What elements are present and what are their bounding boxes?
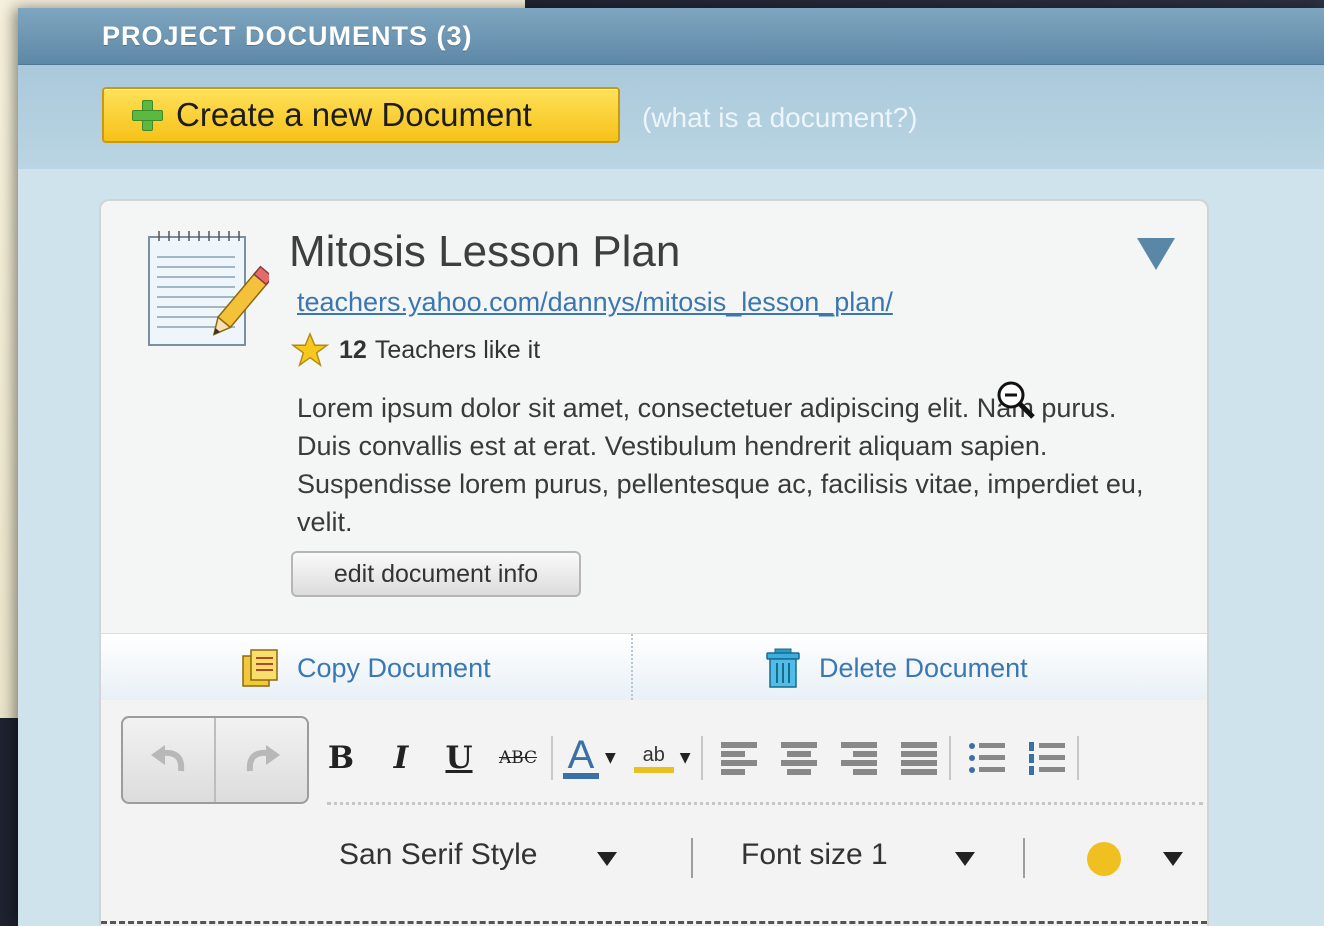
highlight-dropdown-icon[interactable]: ▼ xyxy=(680,750,691,766)
document-actions-bar: Copy Document Delete Document xyxy=(101,633,1207,701)
font-style-select[interactable]: San Serif Style xyxy=(339,838,537,872)
document-url-link[interactable]: teachers.yahoo.com/dannys/mitosis_lesson… xyxy=(297,287,893,318)
font-color-button[interactable]: A xyxy=(563,735,599,779)
numbered-list-icon[interactable] xyxy=(1027,740,1067,776)
redo-icon xyxy=(246,745,280,772)
redo-button[interactable] xyxy=(216,718,307,802)
bold-button[interactable]: B xyxy=(323,740,359,776)
toolbar-separator xyxy=(948,736,951,780)
delete-document-button[interactable]: Delete Document xyxy=(761,646,1028,690)
select-separator xyxy=(691,838,693,878)
undo-redo-group xyxy=(121,716,309,804)
create-document-label: Create a new Document xyxy=(176,96,532,133)
color-swatch-dropdown-icon[interactable] xyxy=(1163,852,1183,866)
actions-divider xyxy=(631,634,633,700)
strikethrough-button[interactable]: ABC xyxy=(495,748,541,768)
toolbar-separator xyxy=(551,736,553,780)
panel-toolbar: Create a new Document (what is a documen… xyxy=(18,65,1324,169)
font-color-dropdown-icon[interactable]: ▼ xyxy=(605,750,616,766)
copy-document-label: Copy Document xyxy=(297,652,491,683)
font-options-row: San Serif Style Font size 1 xyxy=(101,826,1207,886)
bullet-list-icon[interactable] xyxy=(967,740,1007,776)
create-document-button[interactable]: Create a new Document xyxy=(102,87,620,143)
font-size-dropdown-icon[interactable] xyxy=(955,852,975,866)
toolbar-separator xyxy=(700,736,703,780)
select-separator xyxy=(1023,838,1025,878)
panel-title: PROJECT DOCUMENTS (3) xyxy=(102,20,473,51)
star-icon xyxy=(291,331,329,368)
copy-document-button[interactable]: Copy Document xyxy=(239,646,491,690)
italic-button[interactable]: I xyxy=(383,740,419,776)
highlight-button[interactable]: ab xyxy=(633,743,674,773)
rich-text-editor: B I U ABC A ▼ ab ▼ San Serif Style Font … xyxy=(101,700,1207,926)
copy-document-icon xyxy=(242,649,278,687)
align-right-icon[interactable] xyxy=(839,740,879,776)
collapse-triangle-icon[interactable] xyxy=(1137,238,1175,270)
editor-content-border xyxy=(101,921,1207,924)
project-documents-panel: PROJECT DOCUMENTS (3) Create a new Docum… xyxy=(18,8,1324,926)
align-center-icon[interactable] xyxy=(779,740,819,776)
color-swatch-icon[interactable] xyxy=(1087,842,1121,876)
document-title: Mitosis Lesson Plan xyxy=(289,227,681,276)
align-justify-icon[interactable] xyxy=(899,740,939,776)
delete-document-label: Delete Document xyxy=(819,652,1028,683)
notepad-pencil-icon xyxy=(148,231,269,346)
trash-icon xyxy=(766,648,800,688)
likes-count: 12 xyxy=(339,335,367,364)
toolbar-dotted-divider xyxy=(327,802,1203,805)
plus-icon xyxy=(132,100,163,131)
likes-text: Teachers like it xyxy=(374,335,541,364)
undo-icon xyxy=(150,745,184,772)
zoom-out-cursor-icon xyxy=(997,381,1035,419)
underline-button[interactable]: U xyxy=(441,740,477,776)
align-left-icon[interactable] xyxy=(719,740,759,776)
likes-row: 12 Teachers like it xyxy=(291,331,540,369)
edit-document-info-button[interactable]: edit document info xyxy=(291,551,581,597)
font-style-dropdown-icon[interactable] xyxy=(597,852,617,866)
what-is-document-link[interactable]: (what is a document?) xyxy=(642,102,917,134)
font-size-select[interactable]: Font size 1 xyxy=(741,838,888,872)
panel-header: PROJECT DOCUMENTS (3) xyxy=(18,8,1324,65)
toolbar-separator xyxy=(1076,736,1079,780)
formatting-toolbar: B I U ABC A ▼ ab ▼ xyxy=(323,728,1203,788)
undo-button[interactable] xyxy=(123,718,216,802)
document-card: Mitosis Lesson Plan teachers.yahoo.com/d… xyxy=(99,199,1209,926)
